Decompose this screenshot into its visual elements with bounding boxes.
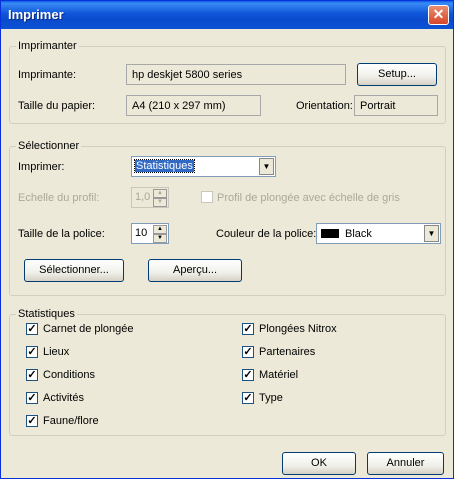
setup-button[interactable]: Setup... — [357, 63, 437, 86]
faune-flore-checkbox[interactable]: ✓ — [26, 415, 38, 427]
couleur-police-select[interactable]: Black ▼ — [316, 223, 441, 244]
profil-gris-checkbox — [201, 191, 213, 203]
materiel-label: Matériel — [259, 369, 299, 381]
printer-name-field: hp deskjet 5800 series — [126, 64, 346, 85]
taille-police-label: Taille de la police: — [18, 228, 105, 240]
cancel-button[interactable]: Annuler — [367, 452, 444, 475]
couleur-police-label: Couleur de la police: — [216, 228, 317, 240]
title-bar[interactable]: Imprimer ✕ — [1, 1, 453, 29]
echelle-spinner: 1,0 ▲ ▼ — [131, 187, 169, 208]
orientation-label: Orientation: — [296, 100, 353, 112]
type-checkbox[interactable]: ✓ — [242, 392, 254, 404]
conditions-checkbox[interactable]: ✓ — [26, 369, 38, 381]
imprimer-select[interactable]: Statistiques ▼ — [131, 156, 276, 177]
nitrox-checkbox[interactable]: ✓ — [242, 323, 254, 335]
selectionner-button[interactable]: Sélectionner... — [24, 259, 124, 282]
activites-checkbox[interactable]: ✓ — [26, 392, 38, 404]
chevron-down-icon[interactable]: ▼ — [424, 225, 439, 242]
imprimer-label: Imprimer: — [18, 161, 65, 173]
taille-police-value: 10 — [135, 227, 148, 239]
partenaires-label: Partenaires — [259, 346, 316, 358]
selectionner-group: Sélectionner Imprimer: Statistiques ▼ Ec… — [9, 140, 446, 296]
lieux-checkbox[interactable]: ✓ — [26, 346, 38, 358]
imprimer-select-value: Statistiques — [134, 159, 195, 173]
orientation-field: Portrait — [354, 95, 438, 116]
echelle-label: Echelle du profil: — [18, 192, 100, 204]
imprimanter-legend: Imprimanter — [16, 40, 79, 52]
apercu-button[interactable]: Aperçu... — [148, 259, 242, 282]
selectionner-legend: Sélectionner — [16, 140, 82, 152]
window-title: Imprimer — [8, 7, 64, 22]
nitrox-label: Plongées Nitrox — [259, 323, 337, 335]
paper-size-field: A4 (210 x 297 mm) — [126, 95, 261, 116]
couleur-police-value: Black — [345, 228, 372, 240]
spin-up-icon: ▲ — [153, 189, 167, 198]
profil-gris-label: Profil de plongée avec échelle de gris — [217, 192, 400, 204]
partenaires-checkbox[interactable]: ✓ — [242, 346, 254, 358]
close-icon[interactable]: ✕ — [428, 5, 449, 25]
statistiques-legend: Statistiques — [16, 308, 77, 320]
ok-button[interactable]: OK — [282, 452, 356, 475]
carnet-checkbox[interactable]: ✓ — [26, 323, 38, 335]
spin-down-icon[interactable]: ▼ — [153, 234, 167, 243]
echelle-value: 1,0 — [135, 191, 151, 203]
conditions-label: Conditions — [43, 369, 95, 381]
spin-up-icon[interactable]: ▲ — [153, 225, 167, 234]
lieux-label: Lieux — [43, 346, 70, 358]
faune-flore-label: Faune/flore — [43, 415, 99, 427]
materiel-checkbox[interactable]: ✓ — [242, 369, 254, 381]
paper-size-label: Taille du papier: — [18, 100, 96, 112]
printer-label: Imprimante: — [18, 69, 77, 81]
imprimanter-group: Imprimanter Imprimante: hp deskjet 5800 … — [9, 40, 446, 124]
chevron-down-icon[interactable]: ▼ — [259, 158, 274, 175]
color-swatch — [321, 229, 339, 238]
carnet-label: Carnet de plongée — [43, 323, 134, 335]
spin-down-icon: ▼ — [153, 198, 167, 207]
activites-label: Activités — [43, 392, 84, 404]
statistiques-group: Statistiques ✓ Carnet de plongée ✓ Lieux… — [9, 308, 446, 436]
taille-police-spinner[interactable]: 10 ▲ ▼ — [131, 223, 169, 244]
print-dialog: Imprimer ✕ Imprimanter Imprimante: hp de… — [0, 0, 454, 479]
type-label: Type — [259, 392, 283, 404]
